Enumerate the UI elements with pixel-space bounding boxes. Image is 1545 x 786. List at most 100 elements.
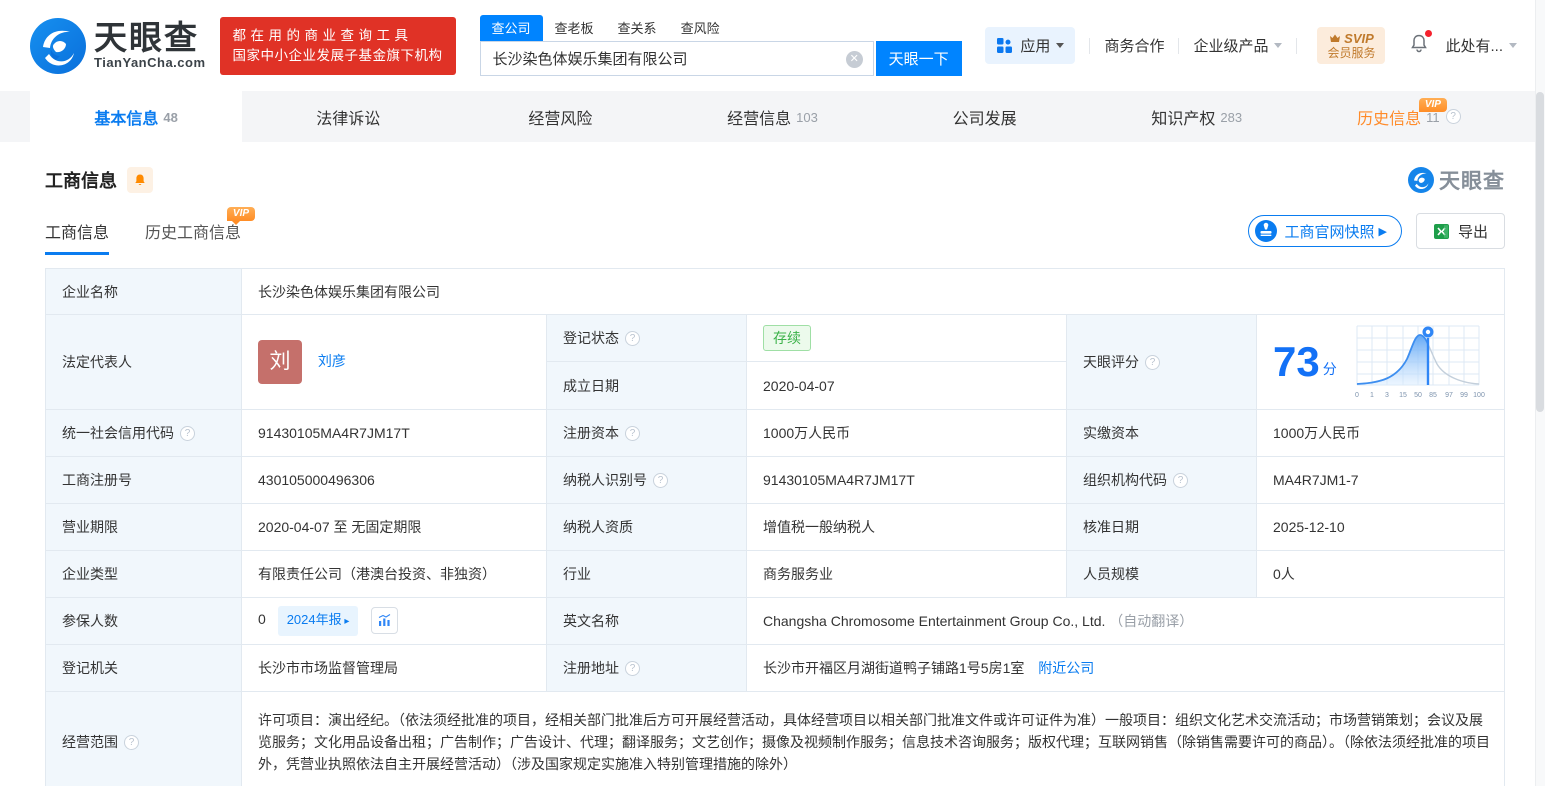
tab-company-development[interactable]: 公司发展 bbox=[879, 91, 1091, 142]
subtab-history-label: 历史工商信息 bbox=[145, 225, 242, 242]
reg-status-value-cell: 存续 bbox=[746, 314, 1067, 362]
svip-member-button[interactable]: SVIP 会员服务 bbox=[1317, 27, 1386, 64]
establish-date-label: 成立日期 bbox=[546, 361, 747, 410]
reg-authority-label: 登记机关 bbox=[45, 644, 242, 692]
credit-code-label: 统一社会信用代码 bbox=[62, 425, 174, 441]
legal-rep-cell: 刘 刘彦 bbox=[241, 314, 547, 410]
official-snapshot-button[interactable]: 工商官网快照 ▶ bbox=[1247, 215, 1402, 247]
taxpayer-id-label-cell: 纳税人识别号 bbox=[546, 456, 747, 504]
tab-business-info[interactable]: 经营信息 103 bbox=[666, 91, 878, 142]
apps-button[interactable]: 应用 bbox=[985, 27, 1076, 64]
svg-text:0: 0 bbox=[1355, 392, 1359, 399]
subscribe-bell-button[interactable] bbox=[127, 167, 153, 193]
top-header: 天眼查 TianYanCha.com 都在用的商业查询工具 国家中小企业发展子基… bbox=[0, 0, 1545, 91]
vip-badge: VIP bbox=[1418, 98, 1447, 112]
score-distribution-chart: 0 1 3 15 50 85 97 99 100 bbox=[1355, 325, 1485, 399]
annual-report-link[interactable]: 2024年报 bbox=[277, 606, 359, 636]
org-code-value: MA4R7JM1-7 bbox=[1256, 456, 1505, 504]
score-label-cell: 天眼评分 bbox=[1066, 314, 1257, 410]
section-header: 工商信息 天眼查 bbox=[45, 165, 1505, 195]
tianyancha-watermark-icon bbox=[1408, 167, 1434, 193]
help-icon[interactable] bbox=[124, 734, 139, 750]
business-term-value: 2020-04-07 至 无固定期限 bbox=[241, 503, 547, 551]
legal-rep-avatar[interactable]: 刘 bbox=[258, 340, 302, 384]
help-icon[interactable] bbox=[1173, 472, 1188, 488]
help-icon[interactable] bbox=[1145, 354, 1160, 370]
user-menu[interactable]: 此处有... bbox=[1445, 35, 1517, 56]
scrollbar-thumb[interactable] bbox=[1536, 92, 1544, 412]
promo-line2: 国家中小企业发展子基金旗下机构 bbox=[232, 47, 443, 63]
help-icon[interactable] bbox=[625, 660, 640, 676]
reg-address-cell: 长沙市开福区月湖街道鸭子铺路1号5房1室 附近公司 bbox=[746, 644, 1505, 692]
org-code-label-cell: 组织机构代码 bbox=[1066, 456, 1257, 504]
search-tab-boss[interactable]: 查老板 bbox=[543, 15, 606, 41]
help-icon[interactable] bbox=[653, 472, 668, 488]
reg-capital-label: 注册资本 bbox=[563, 425, 619, 441]
legal-rep-label: 法定代表人 bbox=[45, 314, 242, 410]
company-name-value: 长沙染色体娱乐集团有限公司 bbox=[241, 268, 1505, 315]
svip-title: SVIP bbox=[1327, 31, 1375, 46]
enterprise-products-link[interactable]: 企业级产品 bbox=[1193, 35, 1283, 56]
tab-basic-info[interactable]: 基本信息 48 bbox=[30, 91, 243, 142]
tianyancha-logo[interactable]: 天眼查 TianYanCha.com bbox=[30, 17, 206, 74]
table-row: 经营范围 许可项目：演出经纪。（依法须经批准的项目，经相关部门批准后方可开展经营… bbox=[45, 691, 1505, 786]
credit-code-value: 91430105MA4R7JM17T bbox=[241, 409, 547, 457]
search-area: 查公司 查老板 查关系 查风险 ✕ 天眼一下 bbox=[479, 14, 962, 76]
business-coop-link[interactable]: 商务合作 bbox=[1104, 35, 1164, 56]
table-row: 法定代表人 刘 刘彦 登记状态 存续 天眼评分 73 分 bbox=[45, 314, 1505, 410]
score-cell: 73 分 0 1 3 15 50 85 97 99 100 bbox=[1256, 314, 1505, 410]
insured-count-value: 0 bbox=[258, 611, 266, 627]
help-icon[interactable] bbox=[625, 425, 640, 441]
search-button[interactable]: 天眼一下 bbox=[875, 40, 962, 76]
insured-count-cell: 0 2024年报 bbox=[241, 597, 547, 645]
export-label: 导出 bbox=[1457, 223, 1488, 241]
svg-text:3: 3 bbox=[1385, 392, 1389, 399]
svg-text:15: 15 bbox=[1399, 392, 1407, 399]
clear-search-icon[interactable]: ✕ bbox=[845, 50, 863, 68]
subtab-history-registration[interactable]: VIP 历史工商信息 bbox=[145, 207, 256, 255]
search-tab-relation[interactable]: 查关系 bbox=[606, 15, 669, 41]
tab-history-info[interactable]: VIP 历史信息 11 bbox=[1303, 91, 1515, 142]
company-type-value: 有限责任公司（港澳台投资、非独资） bbox=[241, 550, 547, 598]
insured-trend-button[interactable] bbox=[371, 606, 399, 634]
taxpayer-id-value: 91430105MA4R7JM17T bbox=[746, 456, 1067, 504]
subtab-business-registration[interactable]: 工商信息 bbox=[45, 219, 110, 255]
notifications-button[interactable] bbox=[1409, 29, 1433, 59]
reg-status-label-cell: 登记状态 bbox=[546, 314, 747, 362]
snapshot-label: 工商官网快照 bbox=[1284, 223, 1375, 241]
legal-rep-link[interactable]: 刘彦 bbox=[318, 353, 346, 369]
nearby-companies-link[interactable]: 附近公司 bbox=[1038, 660, 1094, 676]
search-tab-risk[interactable]: 查风险 bbox=[669, 15, 732, 41]
table-row: 登记机关 长沙市市场监督管理局 注册地址 长沙市开福区月湖街道鸭子铺路1号5房1… bbox=[45, 644, 1505, 692]
svg-text:50: 50 bbox=[1414, 392, 1422, 399]
svip-subtitle: 会员服务 bbox=[1327, 46, 1376, 60]
search-box: ✕ bbox=[479, 40, 874, 76]
help-icon[interactable] bbox=[180, 425, 195, 441]
establish-date-value: 2020-04-07 bbox=[746, 361, 1067, 410]
chevron-down-icon bbox=[1056, 43, 1065, 48]
user-menu-label: 此处有... bbox=[1445, 38, 1503, 55]
bar-chart-icon bbox=[379, 613, 391, 626]
search-tab-company[interactable]: 查公司 bbox=[479, 14, 543, 41]
export-button[interactable]: 导出 bbox=[1415, 213, 1505, 249]
approval-date-label: 核准日期 bbox=[1066, 503, 1257, 551]
tab-operating-risk[interactable]: 经营风险 bbox=[454, 91, 666, 142]
company-nav-tabs: 基本信息 48 法律诉讼 经营风险 经营信息 103 公司发展 知识产权 283… bbox=[0, 91, 1545, 142]
tab-history-info-label: 历史信息 bbox=[1357, 110, 1422, 128]
score-label: 天眼评分 bbox=[1083, 354, 1139, 370]
paid-capital-value: 1000万人民币 bbox=[1256, 409, 1505, 457]
scrollbar[interactable] bbox=[1535, 0, 1545, 786]
paid-capital-label: 实缴资本 bbox=[1066, 409, 1257, 457]
help-icon[interactable] bbox=[1445, 109, 1461, 124]
tab-intellectual-property[interactable]: 知识产权 283 bbox=[1091, 91, 1303, 142]
help-icon[interactable] bbox=[625, 330, 640, 346]
taxpayer-quality-value: 增值税一般纳税人 bbox=[746, 503, 1067, 551]
search-input[interactable] bbox=[480, 41, 873, 75]
reg-status-label: 登记状态 bbox=[563, 330, 619, 346]
tab-legal-litigation[interactable]: 法律诉讼 bbox=[242, 91, 454, 142]
auto-translate-note: （自动翻译） bbox=[1109, 613, 1194, 629]
org-code-label: 组织机构代码 bbox=[1083, 472, 1167, 488]
reg-capital-label-cell: 注册资本 bbox=[546, 409, 747, 457]
tianyancha-company-page: 天眼查 TianYanCha.com 都在用的商业查询工具 国家中小企业发展子基… bbox=[0, 0, 1545, 786]
excel-icon bbox=[1433, 223, 1449, 239]
